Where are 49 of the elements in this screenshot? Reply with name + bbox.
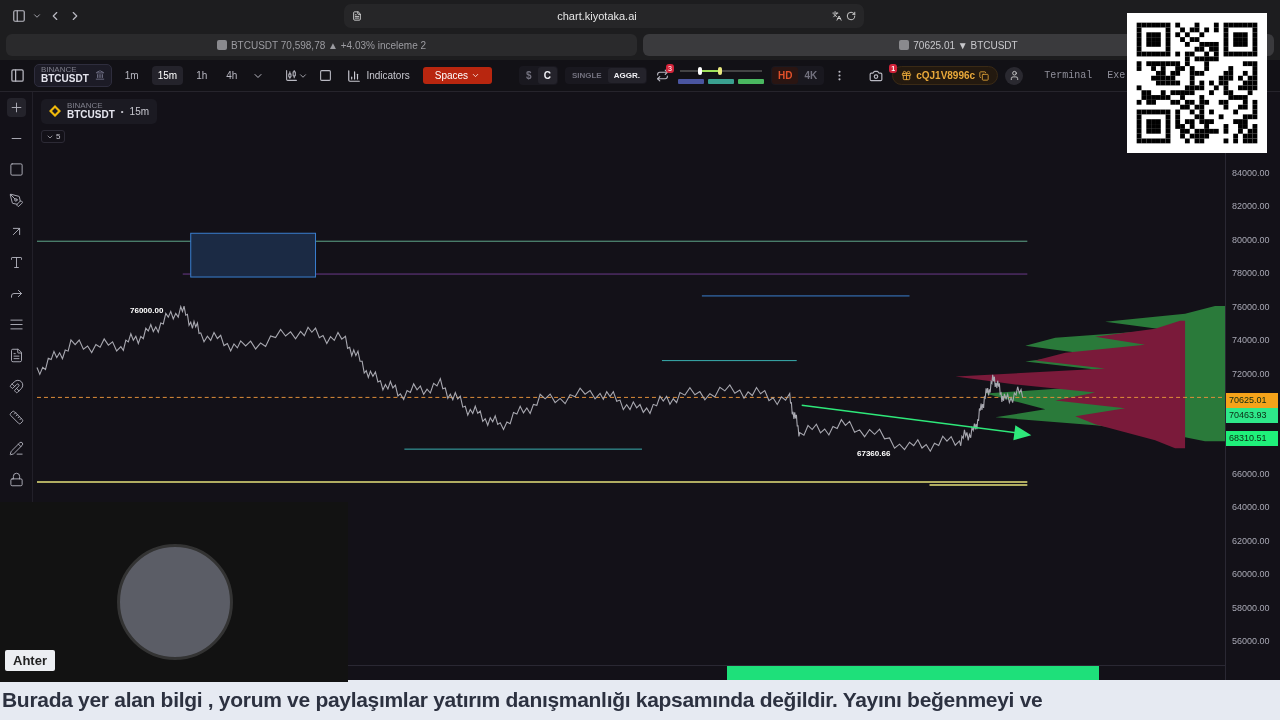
indicator-count-toggle[interactable]: 5 — [41, 130, 66, 143]
copy-icon — [979, 70, 990, 81]
price-axis-label: 82000.00 — [1231, 200, 1271, 214]
price-axis-label: 60000.00 — [1231, 568, 1271, 582]
currency-toggle[interactable]: $ — [520, 67, 538, 84]
timeframe-tab[interactable]: 4h — [220, 66, 244, 85]
price-tag: 70625.01 — [1226, 392, 1278, 408]
translate-icon[interactable] — [832, 11, 842, 21]
price-annotation: 67360.66 — [855, 449, 893, 458]
browser-tab[interactable]: BTCUSDT 70,598,78 ▲ +4.03% inceleme 2 — [6, 34, 637, 56]
price-axis-label: 84000.00 — [1231, 167, 1271, 180]
bank-icon — [94, 70, 105, 81]
mode-toggle[interactable]: SINGLE — [565, 68, 608, 83]
price-axis-label: 76000.00 — [1231, 300, 1271, 314]
presenter-name: Ahter — [5, 650, 55, 671]
timeframe-tab[interactable]: 1h — [190, 66, 214, 85]
address-bar[interactable]: chart.kiyotaka.ai — [344, 4, 864, 28]
price-axis-label: 64000.00 — [1231, 501, 1271, 515]
price-axis-label: 62000.00 — [1231, 534, 1271, 548]
reload-icon[interactable] — [846, 11, 856, 21]
timeframe-tab[interactable]: 1m — [118, 66, 145, 85]
quality-toggle[interactable]: 4K — [798, 67, 824, 84]
indicators-button[interactable]: Indicators — [341, 67, 416, 84]
gift-icon — [901, 70, 913, 81]
crosshair-icon[interactable] — [6, 98, 26, 117]
price-axis-label: 74000.00 — [1231, 334, 1271, 348]
price-annotation: 76000.00 — [128, 306, 166, 315]
nav-link[interactable]: Terminal — [1044, 70, 1093, 81]
chevron-down-icon — [471, 71, 481, 80]
page-icon — [352, 11, 362, 21]
price-axis-label: 80000.00 — [1231, 233, 1271, 247]
sidebar-icon[interactable] — [8, 66, 27, 85]
price-axis-label: 66000.00 — [1231, 467, 1271, 481]
ticker-text: Burada yer alan bilgi , yorum ve paylaşımlar yatırım danışmanlığı kapsamında değildir. Yayını beğenmeyi ve — [0, 680, 1280, 720]
price-axis-label: 58000.00 — [1231, 601, 1271, 615]
symbol-selector[interactable]: BINANCE BTCUSDT — [34, 64, 112, 87]
price-axis-label: 56000.00 — [1231, 635, 1271, 649]
currency-toggle[interactable]: C — [537, 67, 557, 84]
price-tag: 68310.51 — [1226, 430, 1278, 446]
price-axis-label: 78000.00 — [1231, 267, 1271, 281]
sidebar-icon[interactable] — [10, 7, 28, 25]
nav-link[interactable]: Exe — [1107, 70, 1126, 81]
spaces-button[interactable]: Spaces — [422, 67, 493, 84]
mode-toggle[interactable]: AGGR. — [607, 68, 646, 83]
bar-chart-icon — [347, 68, 362, 83]
timeframe-tab[interactable]: 15m — [151, 66, 184, 85]
user-icon[interactable] — [1005, 66, 1024, 85]
diamond-logo-icon — [49, 105, 61, 118]
quality-toggle[interactable]: HD — [771, 67, 799, 84]
